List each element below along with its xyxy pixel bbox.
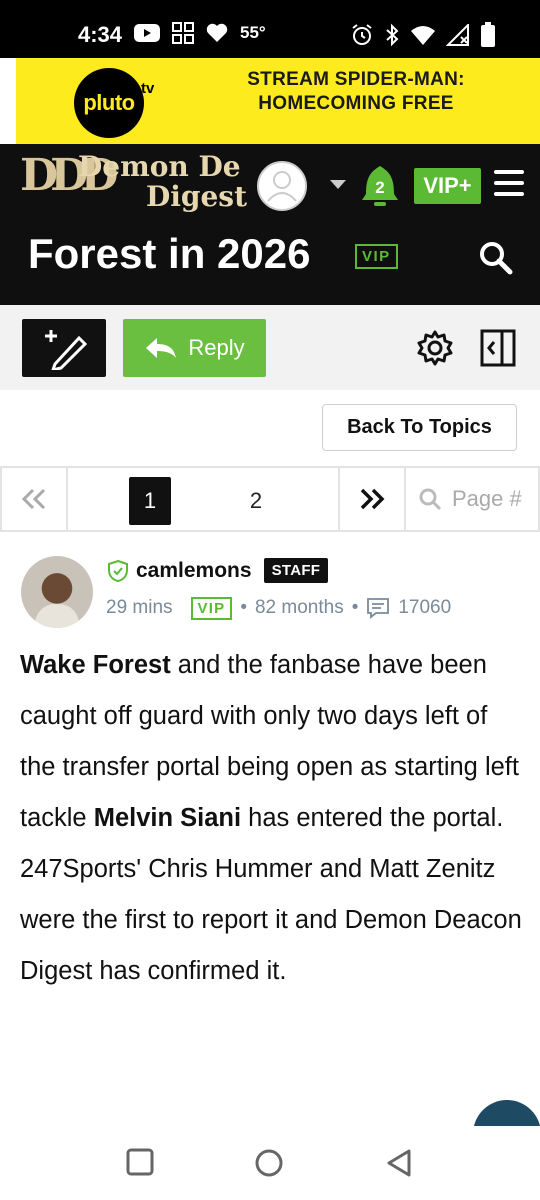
next-page-button[interactable] [338,466,406,532]
topic-toolbar: Reply [0,305,540,390]
reply-arrow-icon [146,338,177,358]
post-body: Wake Forest and the fanbase have been ca… [20,640,525,997]
user-silhouette-icon [267,171,297,202]
page-2-button[interactable]: 2 [235,477,277,525]
signal-icon [446,24,469,46]
sidebar-toggle-icon[interactable] [480,329,516,367]
new-topic-button[interactable] [22,319,106,377]
post-body-bold: Melvin Siani [93,804,242,832]
meta-separator: • [240,597,247,618]
page-input-placeholder: Page # [452,486,522,511]
user-avatar-button[interactable] [257,161,307,211]
back-icon[interactable] [385,1148,413,1178]
first-page-button[interactable] [0,466,68,532]
verified-shield-icon [108,559,128,582]
membership-duration: 82 months [254,597,344,618]
posts-count-icon [367,598,390,619]
site-header: DDD Demon De Digest 2 VIP+ Forest in 202… [0,144,540,305]
status-bar: 4:34 55° [0,0,540,58]
page-numbers: 1 2 [66,466,340,532]
ad-banner[interactable]: pluto tv STREAM SPIDER-MAN: HOMECOMING F… [16,58,540,144]
reply-label: Reply [188,335,245,360]
post-meta: 29 mins VIP • 82 months • 17060 [106,596,451,620]
site-logo-line2: Digest [146,180,248,213]
bluetooth-icon [386,23,399,47]
vip-badge: VIP [355,244,398,269]
staff-badge: STAFF [263,558,329,583]
pluto-logo-suffix: tv [141,80,155,97]
alarm-icon [352,24,372,45]
vip-badge: VIP [190,596,233,620]
meta-separator: • [351,597,359,618]
double-chevron-right-icon [360,488,385,510]
notifications-button[interactable]: 2 [360,164,400,208]
youtube-icon [134,24,160,42]
post-time: 29 mins [106,597,173,618]
pluto-logo: pluto [74,68,144,138]
search-icon [419,488,442,511]
app-grid-icon [172,22,194,44]
page-1-button[interactable]: 1 [129,477,171,525]
chevron-down-icon[interactable] [330,180,346,189]
ad-text: STREAM SPIDER-MAN: HOMECOMING FREE [247,69,465,114]
post-author: camlemons STAFF [106,558,329,583]
search-icon[interactable] [478,240,514,276]
android-nav-bar [0,1126,540,1200]
battery-icon [481,22,495,47]
back-to-topics-button[interactable]: Back To Topics [322,404,517,451]
recents-icon[interactable] [126,1148,154,1176]
home-icon[interactable] [254,1148,284,1178]
page-number-input[interactable]: Page # [404,466,540,532]
gear-icon[interactable] [416,329,454,367]
post-body-bold: Wake Forest [20,651,171,679]
status-temperature: 55° [240,23,266,42]
wifi-icon [411,26,435,45]
site-logo[interactable]: Demon De Digest [78,152,247,212]
site-logo-line1: Demon De [78,150,241,183]
post-author-avatar[interactable] [21,556,93,628]
post-username[interactable]: camlemons [136,559,252,583]
compose-icon [45,330,87,370]
pagination: 1 2 Page # [0,466,540,532]
status-icons-right [350,22,496,48]
menu-icon[interactable] [494,170,524,198]
status-time: 4:34 [78,22,123,47]
reply-button[interactable]: Reply [123,319,266,377]
notification-count: 2 [375,178,385,197]
vip-plus-button[interactable]: VIP+ [414,168,481,204]
heart-icon [206,23,228,42]
page-title: Forest in 2026 [28,230,311,277]
double-chevron-left-icon [21,488,46,510]
status-icons-left: 55° [134,22,266,44]
post-count: 17060 [398,597,452,618]
